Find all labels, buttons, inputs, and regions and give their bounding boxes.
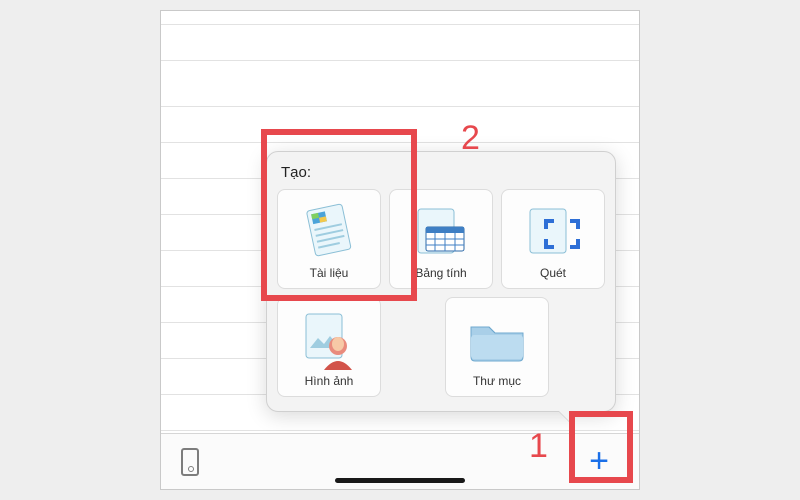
tile-folder[interactable]: Thư mục (445, 297, 549, 397)
image-person-icon (282, 304, 376, 374)
add-button[interactable]: + (579, 442, 619, 481)
document-icon (282, 196, 376, 266)
tile-document[interactable]: Tài liệu (277, 189, 381, 289)
tile-label: Quét (540, 266, 566, 280)
tile-label: Tài liệu (310, 266, 349, 280)
spreadsheet-icon (394, 196, 488, 266)
tile-label: Thư mục (473, 374, 521, 388)
tile-scan[interactable]: Quét (501, 189, 605, 289)
folder-icon (450, 304, 544, 374)
home-indicator[interactable] (335, 478, 465, 483)
tile-label: Bảng tính (415, 266, 466, 280)
tile-image[interactable]: Hình ảnh (277, 297, 381, 397)
create-grid: Tài liệu (277, 189, 605, 397)
app-frame: Tạo: (160, 10, 640, 490)
tile-spreadsheet[interactable]: Bảng tính (389, 189, 493, 289)
tile-label: Hình ảnh (305, 374, 354, 388)
popover-title: Tạo: (281, 164, 605, 181)
device-icon[interactable] (181, 448, 199, 476)
create-popover: Tạo: (266, 151, 616, 412)
scan-icon (506, 196, 600, 266)
